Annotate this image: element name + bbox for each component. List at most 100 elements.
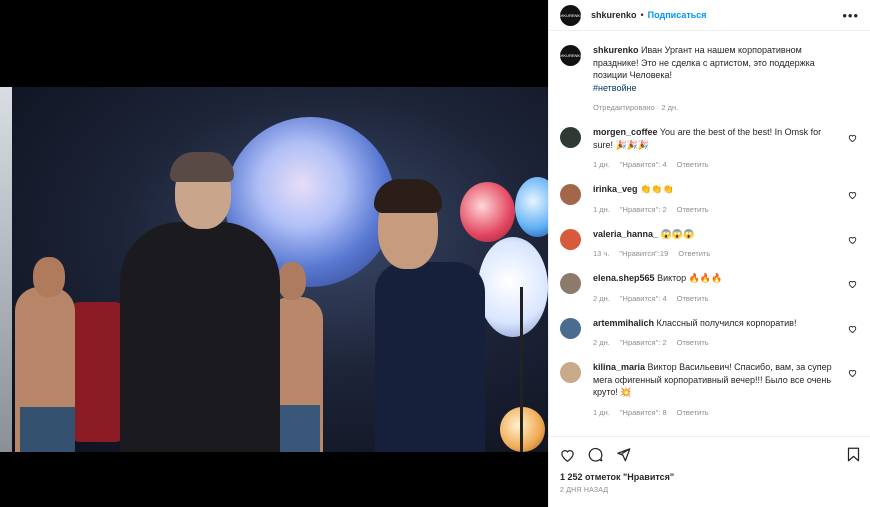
host-in-suit (375, 262, 485, 452)
comment-likes[interactable]: "Нравится": 2 (620, 338, 667, 347)
reply-button[interactable]: Ответить (677, 205, 709, 214)
comment-content: Виктор 🔥🔥🔥 (657, 273, 723, 283)
comments-list[interactable]: SHKURENKO shkurenko Иван Ургант на нашем… (549, 31, 870, 436)
comment-text: elena.shep565 Виктор 🔥🔥🔥 (593, 272, 843, 285)
comment-avatar[interactable] (560, 127, 581, 148)
comment-avatar[interactable] (560, 273, 581, 294)
comment-meta: 2 дн. "Нравится": 2 Ответить (593, 338, 843, 347)
caption: SHKURENKO shkurenko Иван Ургант на нашем… (558, 44, 860, 112)
author-username[interactable]: shkurenko (591, 10, 637, 20)
comment-time: 1 дн. (593, 204, 610, 214)
post-header: SHKURENKO shkurenko • Подписаться ••• (549, 0, 870, 31)
comment-username[interactable]: kilina_maria (593, 362, 645, 372)
dancer-left-head (33, 257, 65, 297)
red-cape (70, 302, 125, 442)
comment-username[interactable]: elena.shep565 (593, 273, 655, 283)
follow-button[interactable]: Подписаться (648, 10, 707, 20)
comment-like-icon[interactable] (848, 134, 857, 144)
comment-meta: 1 дн. "Нравится": 8 Ответить (593, 408, 843, 417)
man-in-cloak-hair (170, 152, 234, 182)
balloon-white (478, 237, 548, 337)
comment-item: elena.shep565 Виктор 🔥🔥🔥 2 дн. "Нравится":… (560, 272, 860, 303)
comment-avatar[interactable] (560, 317, 581, 339)
share-icon[interactable] (616, 447, 631, 464)
comment-username[interactable]: valeria_hanna_ (593, 229, 658, 239)
comment-likes[interactable]: "Нравится":19 (619, 249, 668, 258)
comment-like-icon[interactable] (848, 369, 857, 379)
header-separator: • (640, 10, 644, 20)
reply-button[interactable]: Ответить (677, 408, 709, 417)
comment-item: kilina_maria Виктор Васильевич! Спасибо,… (560, 361, 860, 417)
comment-likes[interactable]: "Нравится": 8 (620, 408, 667, 417)
caption-body: shkurenko Иван Ургант на нашем корпорати… (593, 44, 843, 112)
comment-like-icon[interactable] (848, 280, 857, 290)
comment-body: elena.shep565 Виктор 🔥🔥🔥 2 дн. "Нравится":… (593, 272, 843, 303)
comment-meta: 2 дн. "Нравится": 4 Ответить (593, 294, 843, 303)
comment-like-icon[interactable] (848, 236, 857, 246)
post-media[interactable] (0, 0, 548, 507)
comment-item: valeria_hanna_ 😱😱😱 13 ч. "Нравится":19 Отве… (560, 228, 860, 259)
reply-button[interactable]: Ответить (678, 249, 710, 258)
caption-text: shkurenko Иван Ургант на нашем корпорати… (593, 44, 843, 94)
comment-likes[interactable]: "Нравится": 4 (620, 160, 667, 169)
comment-time: 1 дн. (593, 407, 610, 417)
comment-time: 1 дн. (593, 160, 610, 169)
comment-body: kilina_maria Виктор Васильевич! Спасибо,… (593, 361, 843, 417)
comment-text: valeria_hanna_ 😱😱😱 (593, 228, 843, 241)
comment-item: morgen_coffee You are the best of the be… (560, 126, 860, 169)
comment-username[interactable]: morgen_coffee (593, 127, 658, 137)
comment-avatar[interactable] (560, 184, 581, 205)
comment-meta: 13 ч. "Нравится":19 Ответить (593, 249, 843, 258)
reply-button[interactable]: Ответить (677, 160, 709, 169)
man-in-cloak (120, 222, 280, 452)
comment-meta: 1 дн. "Нравится": 2 Ответить (593, 205, 843, 214)
caption-username[interactable]: shkurenko (593, 45, 639, 55)
caption-meta: Отредактировано · 2 дн. (593, 103, 843, 112)
comment-time: 13 ч. (593, 249, 610, 258)
balloon-red (460, 182, 515, 242)
comment-avatar[interactable] (560, 362, 581, 383)
stage-light (0, 87, 12, 452)
comment-username[interactable]: irinka_veg (593, 184, 638, 194)
post-actions: 1 252 отметок "Нравится" 2 ДНЯ НАЗАД (549, 436, 870, 507)
hashtag-link[interactable]: #нетвойне (593, 83, 637, 93)
heart-icon[interactable] (560, 448, 575, 464)
posted-time: 2 ДНЯ НАЗАД (560, 487, 609, 494)
comment-username[interactable]: artemmihalich (593, 318, 654, 328)
comment-text: irinka_veg 👏👏👏 (593, 183, 843, 196)
comment-body: artemmihalich Классный получился корпора… (593, 317, 843, 348)
comment-text: kilina_maria Виктор Васильевич! Спасибо,… (593, 361, 843, 399)
action-icons (560, 447, 860, 464)
comment-body: valeria_hanna_ 😱😱😱 13 ч. "Нравится":19 Отве… (593, 228, 843, 259)
comment-time: 2 дн. (593, 293, 610, 303)
reply-button[interactable]: Ответить (677, 294, 709, 303)
comment-item: artemmihalich Классный получился корпора… (560, 317, 860, 348)
comment-icon[interactable] (588, 447, 603, 464)
comment-content: Классный получился корпоратив! (656, 317, 797, 328)
comment-like-icon[interactable] (848, 325, 857, 335)
comment-time: 2 дн. (593, 338, 610, 347)
comment-body: irinka_veg 👏👏👏 1 дн. "Нравится": 2 Ответить (593, 183, 843, 214)
reply-button[interactable]: Ответить (677, 338, 709, 347)
comment-like-icon[interactable] (848, 191, 857, 201)
post-sidebar: SHKURENKO shkurenko • Подписаться ••• SH… (548, 0, 870, 507)
host-hair (374, 179, 442, 213)
more-icon[interactable]: ••• (842, 9, 859, 22)
comment-meta: 1 дн. "Нравится": 4 Ответить (593, 160, 843, 169)
comment-item: irinka_veg 👏👏👏 1 дн. "Нравится": 2 Ответить (560, 183, 860, 214)
caption-avatar[interactable]: SHKURENKO (558, 45, 583, 66)
dancer-left-jeans (20, 407, 75, 452)
bookmark-icon[interactable] (847, 447, 860, 464)
comment-avatar[interactable] (560, 228, 581, 250)
comment-text: artemmihalich Классный получился корпора… (593, 317, 843, 330)
author-avatar[interactable]: SHKURENKO (558, 4, 583, 26)
comment-likes[interactable]: "Нравится": 2 (620, 205, 667, 214)
likes-count[interactable]: 1 252 отметок "Нравится" (560, 472, 860, 482)
comment-likes[interactable]: "Нравится": 4 (620, 294, 667, 303)
comment-content: 😱😱😱 (660, 228, 695, 239)
comment-content: 👏👏👏 (640, 184, 674, 194)
comment-body: morgen_coffee You are the best of the be… (593, 126, 843, 169)
post-photo[interactable] (0, 87, 548, 452)
caption-edited: Отредактировано · 2 дн. (593, 103, 679, 112)
dancer-right-head (278, 262, 306, 300)
